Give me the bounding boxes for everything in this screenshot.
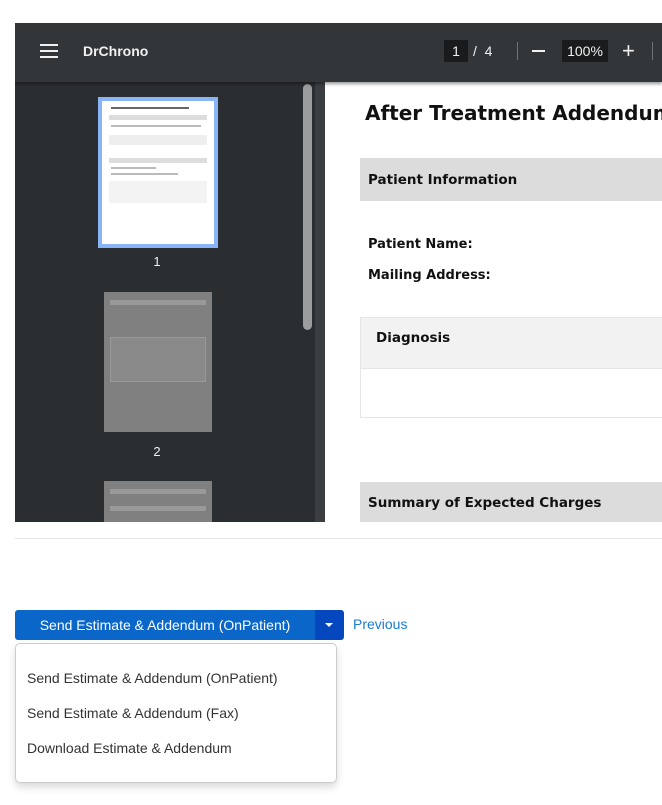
section-patient-information: Patient Information (360, 158, 662, 201)
minus-icon[interactable] (532, 50, 545, 52)
section-diagnosis: Diagnosis (360, 317, 662, 369)
divider (517, 42, 518, 60)
pdf-page: After Treatment Addendum Patient Informa… (325, 82, 662, 522)
patient-name-label: Patient Name: (368, 237, 473, 252)
thumbnail-page-2[interactable] (104, 292, 212, 432)
zoom-level-input[interactable]: 100% (562, 40, 608, 62)
plus-icon[interactable]: + (622, 40, 635, 62)
section-summary-of-expected-charges: Summary of Expected Charges (360, 482, 662, 522)
page-separator: / (473, 43, 477, 59)
viewer-gutter (315, 82, 325, 522)
sidebar-scrollbar[interactable] (303, 84, 312, 330)
caret-down-icon (325, 623, 333, 627)
divider (15, 538, 662, 539)
thumbnail-page-3[interactable] (104, 481, 212, 522)
pdf-viewer: DrChrono 1 / 4 100% + 1 2 After Treatmen… (15, 23, 662, 522)
document-title: DrChrono (83, 43, 149, 59)
send-estimate-button[interactable]: Send Estimate & Addendum (OnPatient) (15, 610, 315, 640)
menu-item-download[interactable]: Download Estimate & Addendum (27, 740, 232, 756)
page-number-input[interactable]: 1 (444, 40, 468, 62)
pdf-toolbar: DrChrono 1 / 4 100% + (15, 23, 662, 82)
addendum-title: After Treatment Addendum (365, 101, 662, 125)
thumbnail-page-1[interactable] (98, 97, 218, 248)
previous-link[interactable]: Previous (353, 616, 407, 632)
page-count: / 4 (473, 43, 492, 59)
diagnosis-body (360, 368, 662, 418)
thumbnail-sidebar: 1 2 (15, 82, 315, 522)
thumbnail-label: 1 (153, 254, 161, 269)
menu-item-send-fax[interactable]: Send Estimate & Addendum (Fax) (27, 705, 239, 721)
send-options-menu: Send Estimate & Addendum (OnPatient) Sen… (15, 643, 337, 783)
total-pages: 4 (484, 43, 493, 59)
divider (652, 42, 653, 60)
thumbnail-label: 2 (153, 444, 161, 459)
dropdown-toggle-button[interactable] (315, 610, 344, 640)
menu-item-send-onpatient[interactable]: Send Estimate & Addendum (OnPatient) (27, 670, 278, 686)
mailing-address-label: Mailing Address: (368, 268, 491, 283)
hamburger-icon[interactable] (40, 44, 58, 58)
